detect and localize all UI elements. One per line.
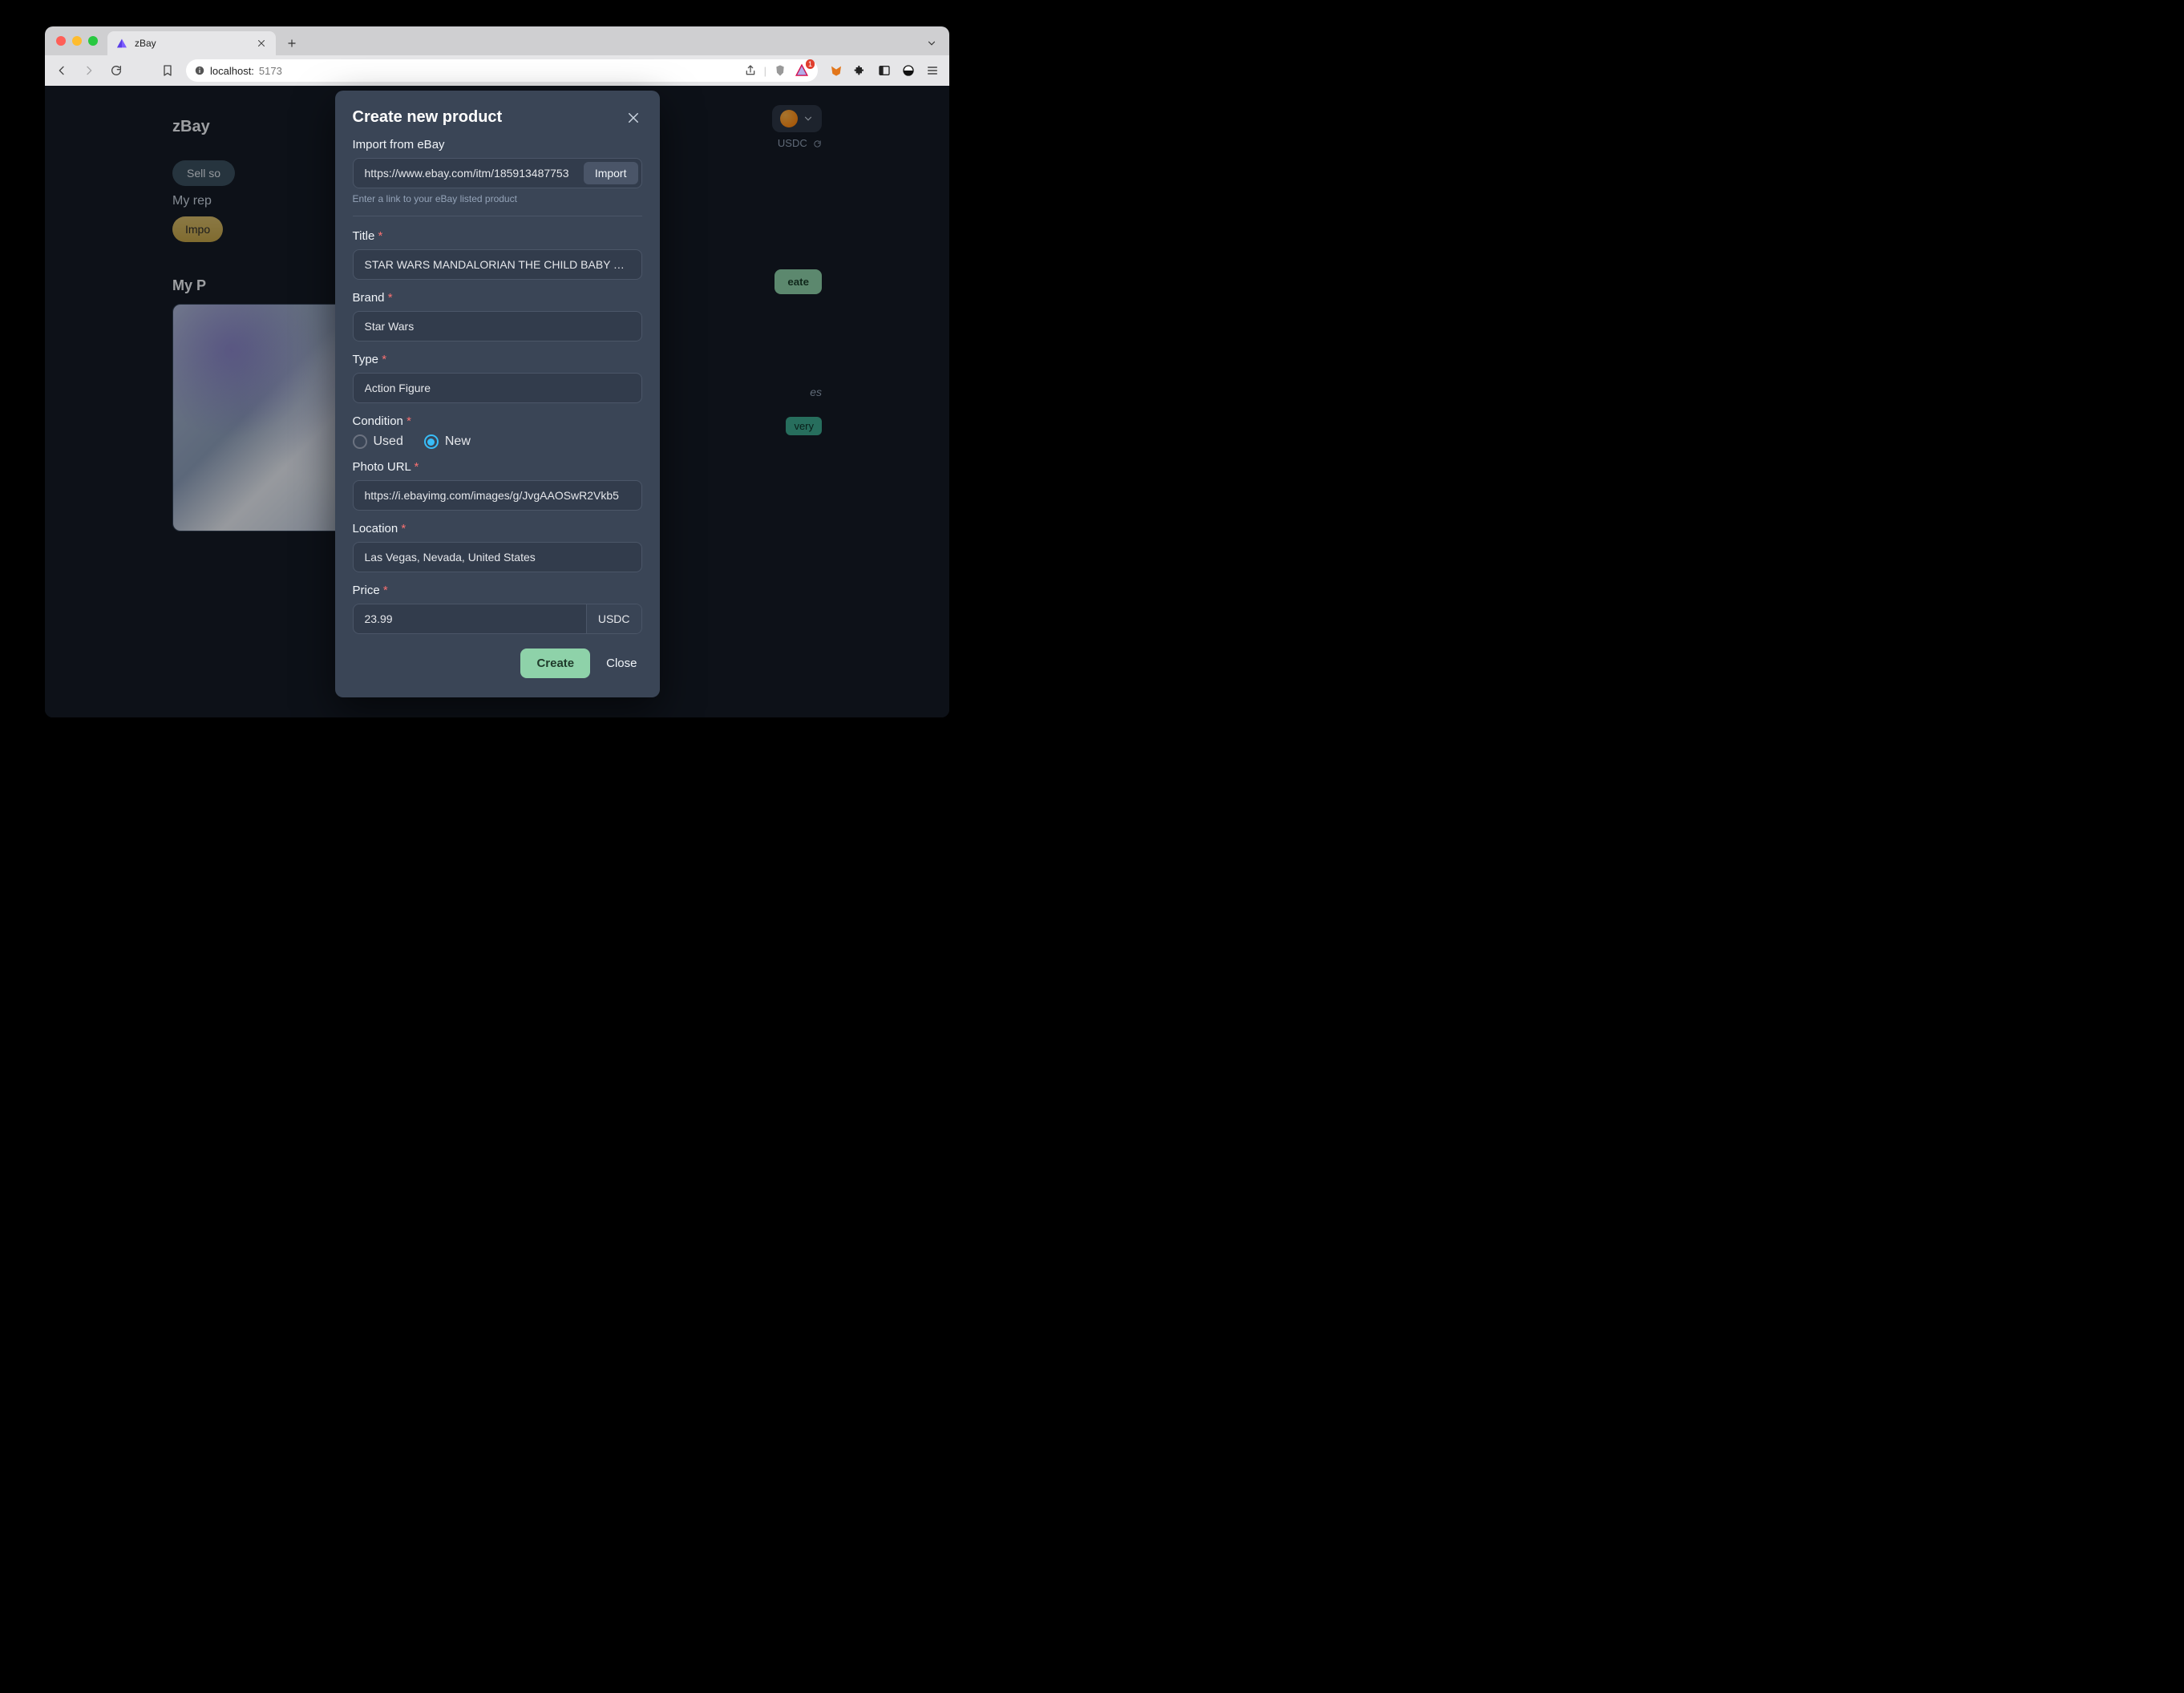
reload-icon[interactable] [107,62,125,79]
radio-checked-icon [424,434,439,449]
app-menu-icon[interactable] [924,62,941,79]
address-bar[interactable]: localhost:5173 | 1 [186,59,818,82]
photo-url-label: Photo URL * [353,460,642,474]
photo-url-input[interactable] [365,489,630,502]
window-maximize-icon[interactable] [88,36,98,46]
brave-rewards-icon[interactable]: 1 [794,63,810,79]
type-input[interactable] [365,382,630,394]
tab-favicon-icon [115,37,128,50]
price-input[interactable] [354,612,586,625]
page-viewport: zBay USDC Sell so My rep Impo [45,86,949,717]
condition-new-label: New [445,434,471,449]
window-minimize-icon[interactable] [72,36,82,46]
radio-icon [353,434,367,449]
extensions-menu-icon[interactable] [851,62,869,79]
brave-shield-icon[interactable] [771,62,789,79]
browser-tab[interactable]: zBay [107,31,276,55]
import-url-control: Import [353,158,642,188]
browser-window: zBay [45,26,949,717]
import-helper-text: Enter a link to your eBay listed product [353,193,642,204]
location-input[interactable] [365,551,630,564]
create-button[interactable]: Create [520,649,590,678]
extension-metamask-icon[interactable] [827,62,845,79]
new-tab-button[interactable] [281,32,303,55]
brand-input[interactable] [365,320,630,333]
title-label: Title * [353,229,642,243]
nav-forward-icon[interactable] [80,62,98,79]
location-label: Location * [353,522,642,535]
browser-toolbar: localhost:5173 | 1 [45,55,949,86]
import-url-input[interactable] [354,167,580,180]
window-close-icon[interactable] [56,36,66,46]
nav-back-icon[interactable] [53,62,71,79]
import-label: Import from eBay [353,138,642,152]
tabstrip: zBay [45,26,949,55]
condition-used-radio[interactable]: Used [353,434,403,449]
tabs-dropdown-icon[interactable] [920,32,943,55]
modal-close-icon[interactable] [625,109,642,127]
modal-title: Create new product [353,108,503,127]
window-controls [51,26,103,55]
profile-icon[interactable] [900,62,917,79]
title-input[interactable] [365,258,630,271]
price-label: Price * [353,584,642,597]
extensions-area [827,62,941,79]
tab-close-icon[interactable] [255,37,268,50]
tab-title: zBay [135,38,156,49]
modal-backdrop[interactable]: Create new product Import from eBay Impo… [45,86,949,717]
create-product-modal: Create new product Import from eBay Impo… [335,91,660,697]
condition-label: Condition * [353,414,642,428]
type-label: Type * [353,353,642,366]
bookmark-icon[interactable] [159,62,176,79]
close-button[interactable]: Close [601,649,641,678]
condition-new-radio[interactable]: New [424,434,471,449]
price-currency-addon: USDC [586,604,641,633]
brand-label: Brand * [353,291,642,305]
condition-used-label: Used [374,434,403,449]
site-info-icon[interactable] [194,65,205,76]
url-path: 5173 [259,65,282,77]
sidepanel-icon[interactable] [876,62,893,79]
url-host: localhost: [210,65,254,77]
share-icon[interactable] [742,62,759,79]
import-button[interactable]: Import [584,162,638,184]
price-control: USDC [353,604,642,634]
